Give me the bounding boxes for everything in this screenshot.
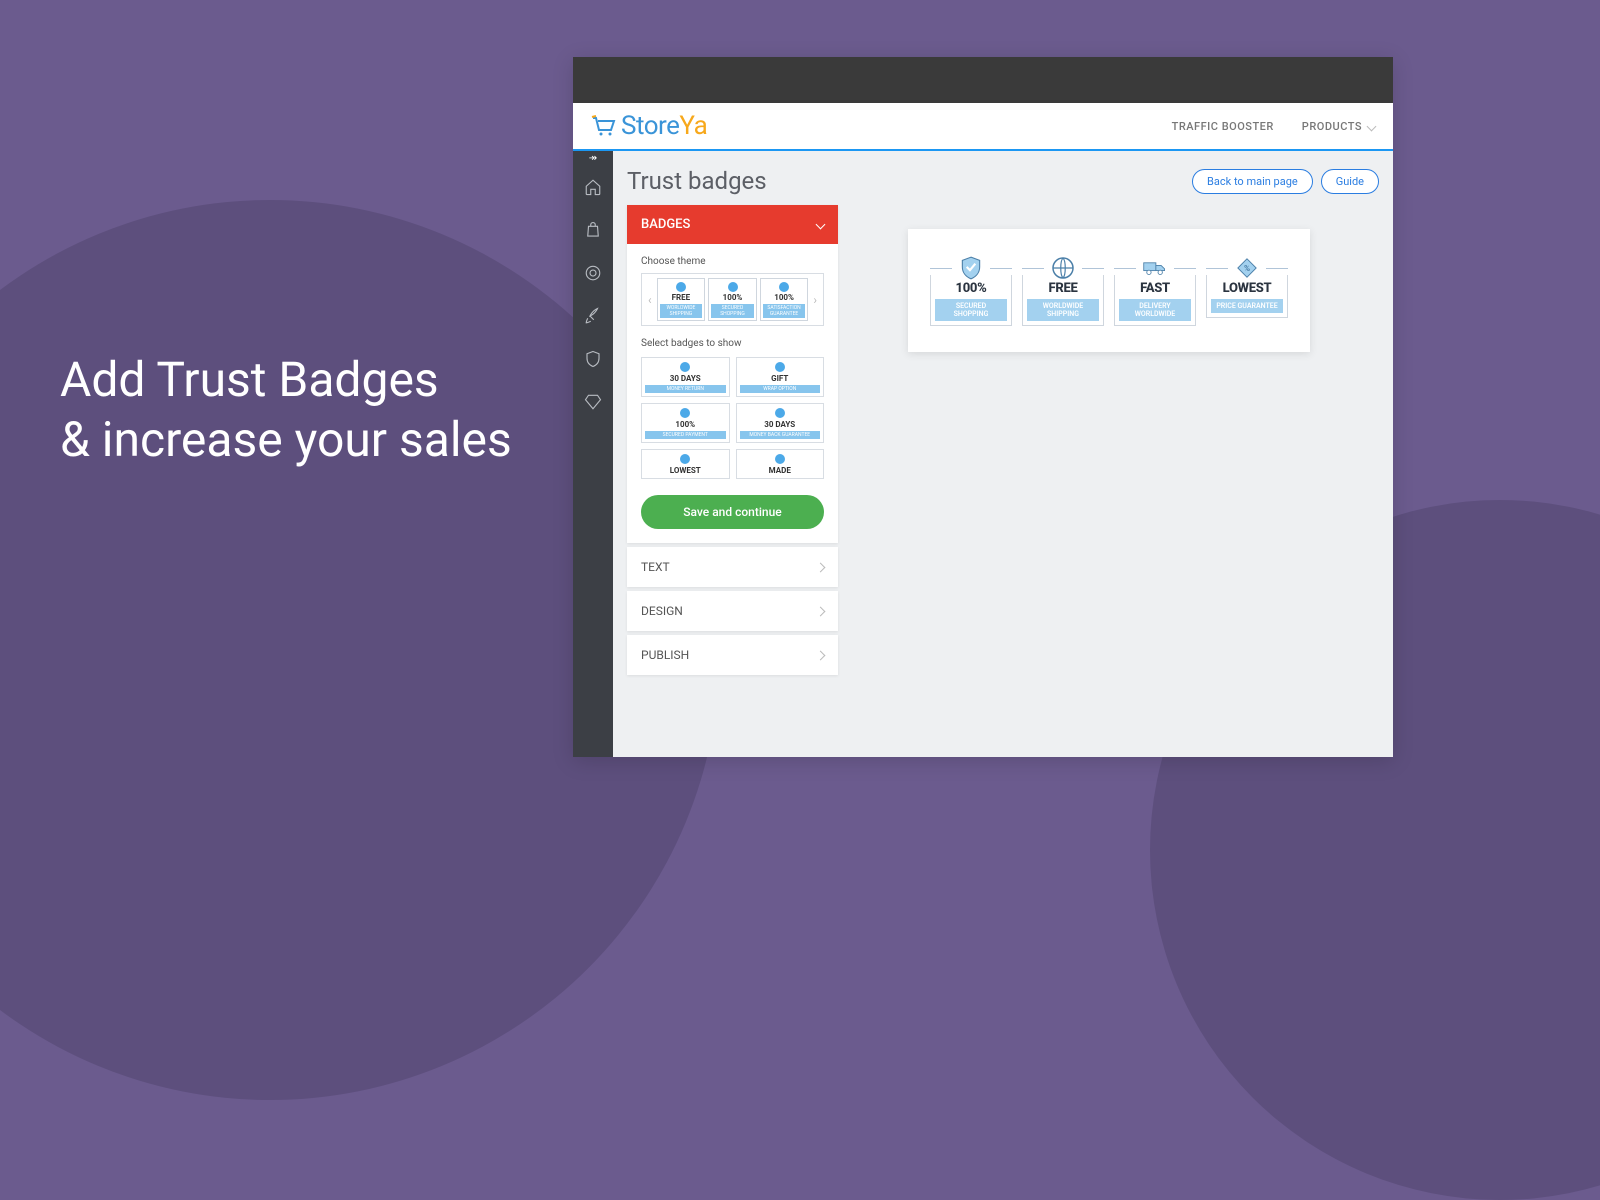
truck-icon	[1142, 255, 1168, 281]
preview-badge: % LOWESTPRICE GUARANTEE	[1206, 255, 1288, 326]
theme-next-arrow[interactable]: ›	[811, 293, 819, 307]
window-chrome	[573, 57, 1393, 103]
badge-option[interactable]: 30 DAYSMONEY BACK GUARANTEE	[736, 403, 825, 443]
chevron-down-icon	[1367, 121, 1377, 131]
guide-button[interactable]: Guide	[1321, 169, 1379, 194]
shield-icon[interactable]	[584, 350, 602, 368]
theme-option[interactable]: 100%SATISFACTION GUARANTEE	[760, 278, 809, 321]
chevron-down-icon	[816, 220, 826, 230]
marketing-line1: Add Trust Badges	[60, 350, 512, 410]
diamond-icon[interactable]	[584, 393, 602, 411]
publish-section[interactable]: PUBLISH	[627, 635, 838, 675]
page-title: Trust badges	[627, 167, 767, 195]
badge-option[interactable]: MADE	[736, 449, 825, 479]
bag-icon[interactable]	[584, 221, 602, 239]
nav-traffic-booster[interactable]: TRAFFIC BOOSTER	[1172, 120, 1274, 133]
tag-icon: %	[1234, 255, 1260, 281]
app-window: StoreYa TRAFFIC BOOSTER PRODUCTS ↠ Trust…	[573, 57, 1393, 757]
badge-option[interactable]: LOWEST	[641, 449, 730, 479]
select-badges-label: Select badges to show	[641, 338, 824, 349]
theme-option[interactable]: FREEWORLDWIDE SHIPPING	[657, 278, 706, 321]
theme-option[interactable]: 100%SECURED SHOPPING	[708, 278, 757, 321]
brand-logo[interactable]: StoreYa	[591, 111, 707, 141]
target-icon[interactable]	[584, 264, 602, 282]
sidebar-expand-icon[interactable]: ↠	[573, 151, 613, 166]
preview-card: 100%SECURED SHOPPING FREEWORLDWIDE SHIPP…	[908, 229, 1310, 352]
svg-text:%: %	[1244, 264, 1250, 274]
preview-badge: FREEWORLDWIDE SHIPPING	[1022, 255, 1104, 326]
save-continue-button[interactable]: Save and continue	[641, 495, 824, 529]
choose-theme-label: Choose theme	[641, 256, 824, 267]
theme-prev-arrow[interactable]: ‹	[646, 293, 654, 307]
chevron-right-icon	[816, 562, 826, 572]
preview-badge: 100%SECURED SHOPPING	[930, 255, 1012, 326]
theme-selector: ‹ FREEWORLDWIDE SHIPPING 100%SECURED SHO…	[641, 273, 824, 326]
marketing-line2: & increase your sales	[60, 410, 512, 470]
app-header: StoreYa TRAFFIC BOOSTER PRODUCTS	[573, 103, 1393, 151]
brand-text: StoreYa	[621, 111, 707, 141]
badge-option[interactable]: 30 DAYSMONEY RETURN	[641, 357, 730, 397]
globe-icon	[1050, 255, 1076, 281]
badge-option[interactable]: GIFTWRAP OPTION	[736, 357, 825, 397]
preview-badge: FASTDELIVERY WORLDWIDE	[1114, 255, 1196, 326]
badges-section-header[interactable]: BADGES	[627, 205, 838, 244]
home-icon[interactable]	[584, 178, 602, 196]
side-nav: ↠	[573, 151, 613, 757]
chevron-right-icon	[816, 650, 826, 660]
config-panel: BADGES Choose theme ‹ FREEWORLDWIDE SHIP…	[627, 205, 838, 543]
chevron-right-icon	[816, 606, 826, 616]
badge-option[interactable]: 100%SECURED PAYMENT	[641, 403, 730, 443]
design-section[interactable]: DESIGN	[627, 591, 838, 631]
shield-check-icon	[958, 255, 984, 281]
nav-products[interactable]: PRODUCTS	[1302, 120, 1375, 133]
cart-icon	[591, 115, 617, 137]
marketing-headline: Add Trust Badges & increase your sales	[60, 350, 512, 470]
text-section[interactable]: TEXT	[627, 547, 838, 587]
back-button[interactable]: Back to main page	[1192, 169, 1313, 194]
rocket-icon[interactable]	[584, 307, 602, 325]
